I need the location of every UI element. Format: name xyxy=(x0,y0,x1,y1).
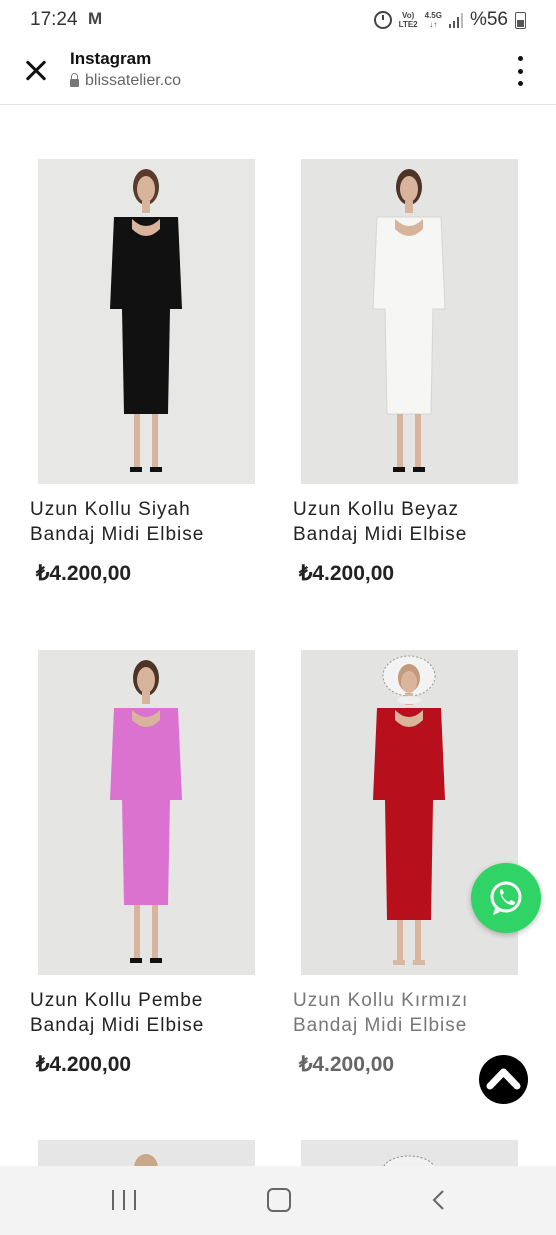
alarm-icon xyxy=(373,11,392,29)
product-name-line2: Bandaj Midi Elbise xyxy=(293,524,468,545)
product-name-line2: Bandaj Midi Elbise xyxy=(30,524,205,545)
model-figure xyxy=(38,650,255,975)
product-price: ₺4.200,00 xyxy=(36,1053,132,1076)
system-nav-bar xyxy=(0,1166,556,1235)
product-name-line1: Uzun Kollu Beyaz xyxy=(293,499,459,520)
page-title: Instagram xyxy=(70,49,152,68)
network-type: 4.5G xyxy=(424,11,442,20)
browser-header: Instagram blissatelier.co xyxy=(0,40,556,105)
close-icon[interactable] xyxy=(20,54,52,86)
product-price: ₺4.200,00 xyxy=(36,562,132,585)
back-icon[interactable] xyxy=(430,1190,450,1210)
home-icon[interactable] xyxy=(267,1188,291,1212)
status-bar: 17:24 M Vo) LTE2 4.5G ↓↑ %56 xyxy=(0,0,556,40)
url-row: blissatelier.co xyxy=(70,72,181,90)
signal-icon xyxy=(448,12,463,28)
data-arrows: ↓↑ xyxy=(429,20,438,29)
product-image[interactable] xyxy=(38,159,255,484)
recent-apps-icon[interactable] xyxy=(112,1190,136,1210)
product-name-line1: Uzun Kollu Kırmızı xyxy=(293,990,469,1011)
product-name[interactable]: Uzun Kollu Kırmızı Bandaj Midi Elbise xyxy=(293,988,533,1038)
battery-icon xyxy=(515,11,526,29)
product-price: ₺4.200,00 xyxy=(299,562,395,585)
lte-label: LTE2 xyxy=(398,20,418,29)
url-text: blissatelier.co xyxy=(85,72,182,89)
more-vertical-icon[interactable] xyxy=(508,56,532,86)
chevron-up-icon xyxy=(486,1068,521,1090)
product-name[interactable]: Uzun Kollu Siyah Bandaj Midi Elbise xyxy=(30,497,270,547)
product-name[interactable]: Uzun Kollu Pembe Bandaj Midi Elbise xyxy=(30,988,270,1038)
battery-percent: %56 xyxy=(469,9,508,30)
whatsapp-icon xyxy=(490,881,522,915)
product-price: ₺4.200,00 xyxy=(299,1053,395,1076)
model-figure xyxy=(38,159,255,484)
model-figure xyxy=(301,159,518,484)
product-name-line1: Uzun Kollu Pembe xyxy=(30,990,204,1011)
product-name[interactable]: Uzun Kollu Beyaz Bandaj Midi Elbise xyxy=(293,497,533,547)
status-icons: Vo) LTE2 4.5G ↓↑ %56 xyxy=(373,9,526,31)
product-name-line2: Bandaj Midi Elbise xyxy=(293,1015,468,1036)
lock-icon xyxy=(70,73,79,87)
status-time: 17:24 xyxy=(30,9,78,30)
product-name-line1: Uzun Kollu Siyah xyxy=(30,499,191,520)
product-image[interactable] xyxy=(38,650,255,975)
gmail-icon: M xyxy=(88,9,103,28)
product-name-line2: Bandaj Midi Elbise xyxy=(30,1015,205,1036)
scroll-top-button[interactable] xyxy=(479,1055,528,1104)
product-image[interactable] xyxy=(301,159,518,484)
volte-indicator: Vo) LTE2 xyxy=(399,11,418,29)
volte-label: Vo) xyxy=(401,11,415,20)
network-indicator: 4.5G ↓↑ xyxy=(425,11,442,29)
whatsapp-button[interactable] xyxy=(471,863,541,933)
